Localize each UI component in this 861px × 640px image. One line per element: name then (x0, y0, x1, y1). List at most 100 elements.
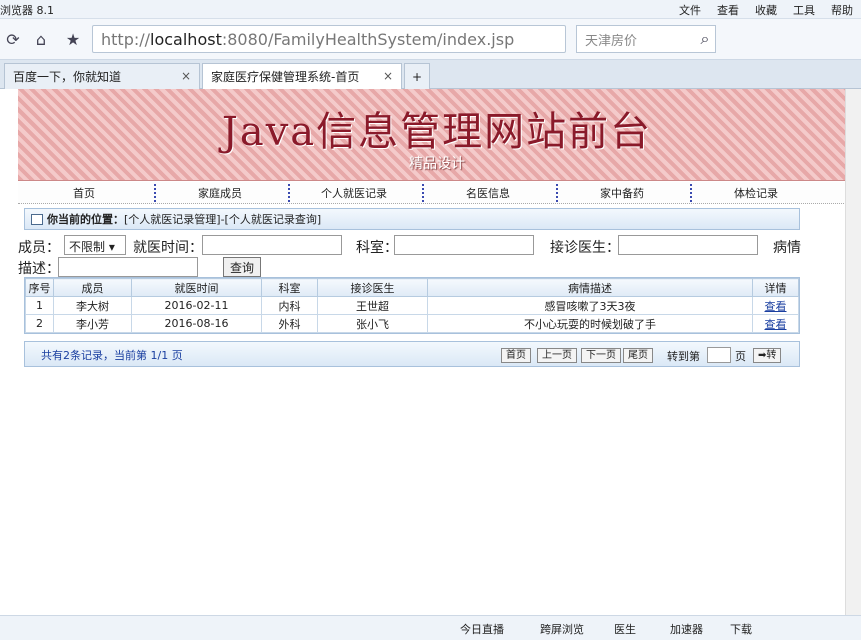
refresh-icon[interactable]: ⟳ (0, 26, 26, 52)
status-doctor[interactable]: 医生 (614, 621, 636, 637)
nav-separator (154, 184, 156, 202)
first-page-button[interactable]: 首页 (501, 348, 531, 363)
records-table: 序号 成员 就医时间 科室 接诊医生 病情描述 详情 1 李大树 2016-02… (24, 277, 800, 334)
cell-member: 李小芳 (53, 314, 132, 333)
home-icon[interactable]: ⌂ (28, 26, 54, 52)
cell-doctor: 张小飞 (317, 314, 428, 333)
col-header: 成员 (53, 278, 132, 297)
nav-doctors[interactable]: 名医信息 (428, 185, 548, 201)
nav-checkup[interactable]: 体检记录 (696, 185, 816, 201)
table-row: 1 李大树 2016-02-11 内科 王世超 感冒咳嗽了3天3夜 查看 (25, 296, 799, 315)
member-label: 成员： (18, 240, 60, 256)
cell-doctor: 王世超 (317, 296, 428, 315)
view-link[interactable]: 查看 (765, 318, 787, 331)
address-row: ⟳ ⌂ ★ http://localhost:8080/FamilyHealth… (0, 19, 861, 60)
go-button[interactable]: ➡转 (753, 348, 782, 363)
breadcrumb-label: 你当前的位置： (47, 213, 124, 226)
col-header: 接诊医生 (317, 278, 428, 297)
date-label: 就医时间： (133, 240, 203, 256)
status-crossscreen[interactable]: 跨屏浏览 (540, 621, 584, 637)
address-bar[interactable]: http://localhost:8080/FamilyHealthSystem… (92, 25, 566, 53)
status-download[interactable]: 下载 (730, 621, 752, 637)
query-button[interactable]: 查询 (223, 257, 262, 277)
nav-separator (690, 184, 692, 202)
col-header: 序号 (25, 278, 54, 297)
banner-subtitle: 精品设计 (409, 156, 465, 172)
status-accelerator[interactable]: 加速器 (670, 621, 703, 637)
page-number-input[interactable] (707, 347, 731, 363)
tab-strip: 百度一下，你就知道 × 家庭医疗保健管理系统-首页 × + (0, 60, 861, 89)
url-rest: :8080/FamilyHealthSystem/index.jsp (221, 29, 515, 49)
cell-dept: 内科 (261, 296, 318, 315)
cell-desc: 不小心玩耍的时候划破了手 (427, 314, 753, 333)
page-content: Java信息管理网站前台 精品设计 首页 家庭成员 个人就医记录 名医信息 家中… (0, 89, 861, 615)
banner-title: Java信息管理网站前台 (221, 109, 653, 155)
browser-menu: 文件 查看 收藏 工具 帮助 (679, 2, 853, 18)
doctor-input[interactable] (618, 235, 758, 255)
status-bar: 今日直播 跨屏浏览 医生 加速器 下载 (0, 615, 861, 640)
view-link[interactable]: 查看 (765, 300, 787, 313)
breadcrumb-path: [个人就医记录管理]-[个人就医记录查询] (124, 213, 322, 226)
tab-label: 家庭医疗保健管理系统-首页 (211, 70, 360, 84)
url-host: localhost (150, 29, 222, 49)
url-prefix: http:// (101, 29, 151, 49)
nav-medical-records[interactable]: 个人就医记录 (294, 185, 414, 201)
prev-page-button[interactable]: 上一页 (537, 348, 577, 363)
site-banner: Java信息管理网站前台 精品设计 (18, 89, 856, 181)
menu-view[interactable]: 查看 (717, 2, 739, 18)
cell-index: 1 (25, 296, 54, 315)
nav-separator (288, 184, 290, 202)
member-select-value: 不限制 (69, 240, 106, 254)
pagination: 共有2条记录，当前第 1/1 页 首页 上一页 下一页 尾页 转到第 页 ➡转 (24, 341, 800, 367)
col-header: 详情 (752, 278, 799, 297)
desc-label-cont: 描述： (18, 261, 60, 277)
breadcrumb: 你当前的位置： [个人就医记录管理]-[个人就医记录查询] (24, 208, 800, 230)
member-select[interactable]: 不限制 ▾ (64, 235, 126, 255)
page-unit-label: 页 (735, 350, 746, 363)
cell-date: 2016-02-11 (131, 296, 262, 315)
pagination-info: 共有2条记录，当前第 1/1 页 (41, 349, 183, 362)
status-live[interactable]: 今日直播 (460, 621, 504, 637)
dept-input[interactable] (394, 235, 534, 255)
tab-baidu[interactable]: 百度一下，你就知道 × (4, 63, 200, 89)
table-row: 2 李小芳 2016-08-16 外科 张小飞 不小心玩耍的时候划破了手 查看 (25, 314, 799, 333)
browser-titlebar: 浏览器 8.1 文件 查看 收藏 工具 帮助 (0, 0, 861, 19)
favorite-star-icon[interactable]: ★ (60, 26, 86, 52)
search-icon[interactable]: ⌕ (692, 26, 718, 52)
next-page-button[interactable]: 下一页 (581, 348, 621, 363)
cell-detail: 查看 (752, 314, 799, 333)
close-icon[interactable]: × (181, 69, 191, 83)
col-header: 科室 (261, 278, 318, 297)
cell-detail: 查看 (752, 296, 799, 315)
location-icon (31, 213, 43, 225)
site-nav: 首页 家庭成员 个人就医记录 名医信息 家中备药 体检记录 (18, 182, 856, 204)
date-input[interactable] (202, 235, 342, 255)
doctor-label: 接诊医生： (550, 240, 620, 256)
menu-help[interactable]: 帮助 (831, 2, 853, 18)
cell-index: 2 (25, 314, 54, 333)
tab-label: 百度一下，你就知道 (13, 70, 122, 84)
nav-members[interactable]: 家庭成员 (160, 185, 280, 201)
last-page-button[interactable]: 尾页 (623, 348, 653, 363)
tab-family-health[interactable]: 家庭医疗保健管理系统-首页 × (202, 63, 402, 89)
nav-separator (422, 184, 424, 202)
close-icon[interactable]: × (383, 69, 393, 83)
page-scrollbar[interactable] (845, 89, 861, 615)
cell-dept: 外科 (261, 314, 318, 333)
desc-label: 病情 (773, 240, 801, 256)
search-placeholder: 天津房价 (585, 33, 638, 49)
menu-file[interactable]: 文件 (679, 2, 701, 18)
menu-favorites[interactable]: 收藏 (755, 2, 777, 18)
table-header-row: 序号 成员 就医时间 科室 接诊医生 病情描述 详情 (25, 278, 799, 297)
nav-medicine[interactable]: 家中备药 (562, 185, 682, 201)
col-header: 病情描述 (427, 278, 753, 297)
window-title: 浏览器 8.1 (0, 4, 54, 17)
new-tab-button[interactable]: + (404, 63, 430, 89)
menu-tools[interactable]: 工具 (793, 2, 815, 18)
nav-home[interactable]: 首页 (24, 185, 144, 201)
desc-input[interactable] (58, 257, 198, 277)
col-header: 就医时间 (131, 278, 262, 297)
cell-date: 2016-08-16 (131, 314, 262, 333)
dept-label: 科室： (356, 240, 398, 256)
cell-desc: 感冒咳嗽了3天3夜 (427, 296, 753, 315)
